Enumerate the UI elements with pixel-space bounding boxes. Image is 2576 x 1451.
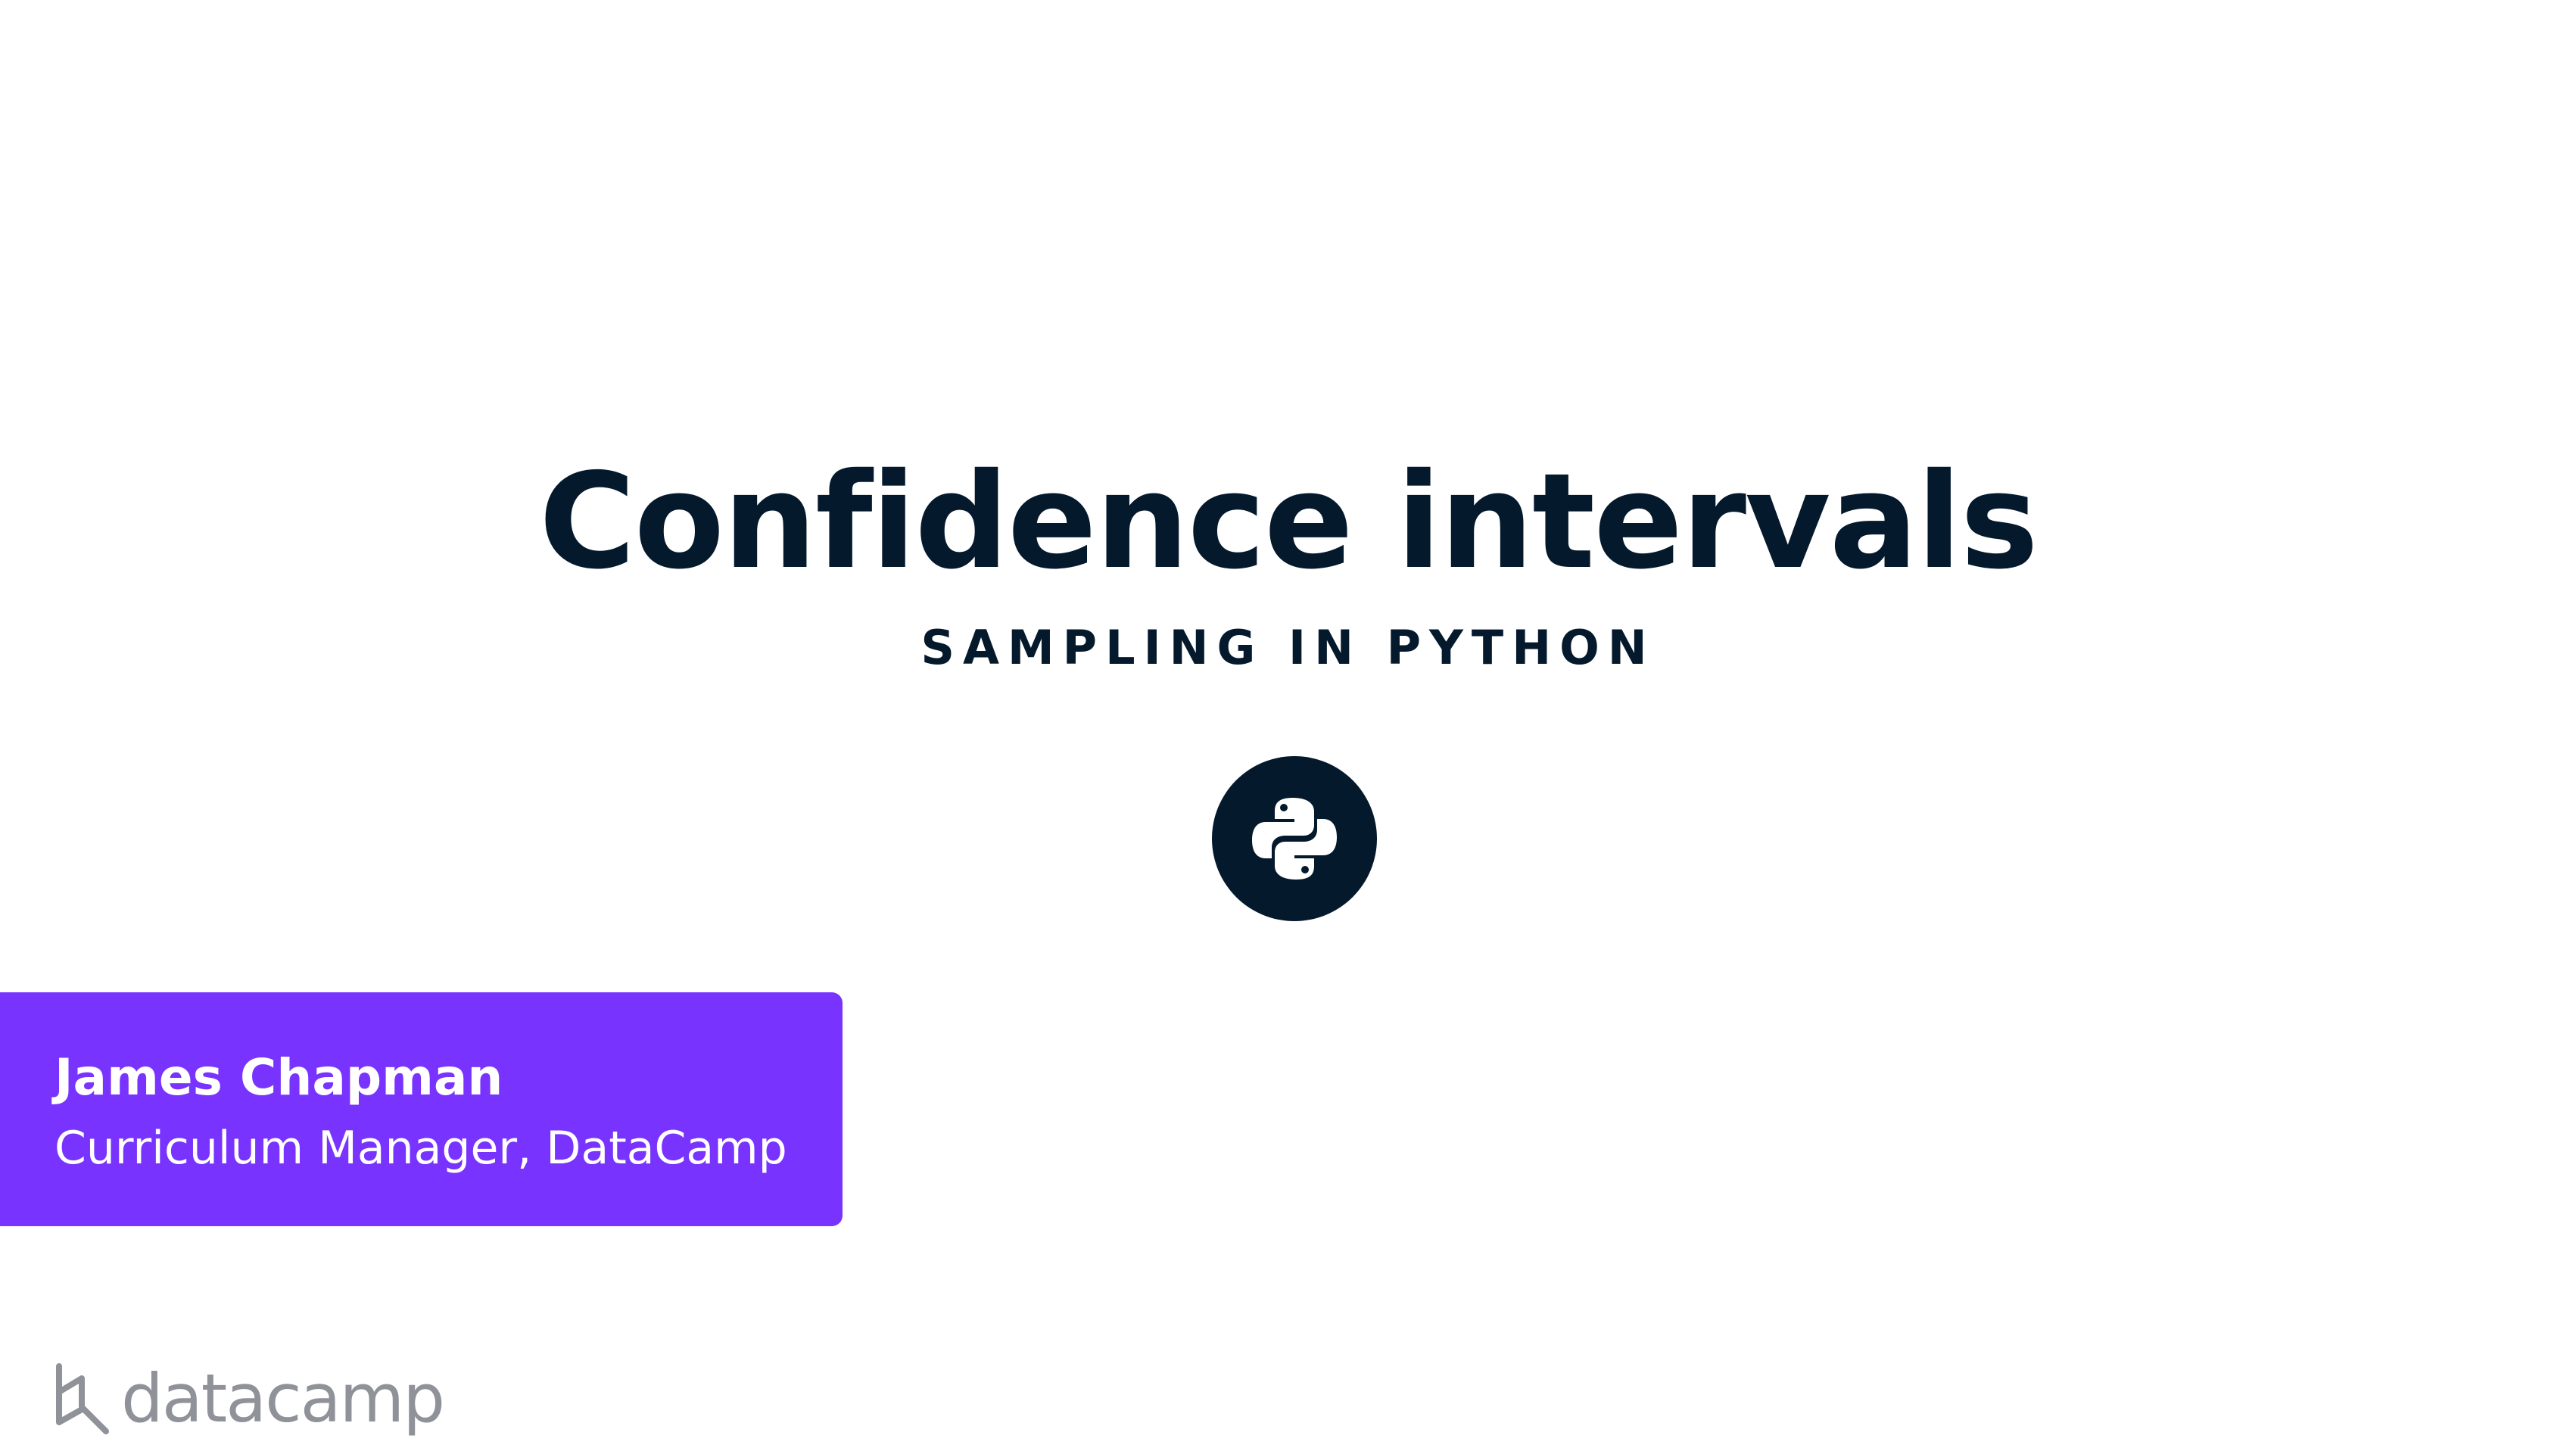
instructor-name: James Chapman	[55, 1048, 503, 1107]
datacamp-mark-icon	[56, 1363, 109, 1434]
course-name: SAMPLING IN PYTHON	[920, 620, 1656, 675]
slide-title: Confidence intervals	[538, 445, 2039, 599]
instructor-card: James Chapman Curriculum Manager, DataCa…	[0, 992, 843, 1226]
python-logo-icon	[1252, 798, 1337, 880]
datacamp-logo: datacamp	[53, 1357, 445, 1440]
instructor-role: Curriculum Manager, DataCamp	[55, 1122, 787, 1175]
python-badge	[1212, 756, 1377, 921]
datacamp-wordmark: datacamp	[121, 1359, 445, 1437]
